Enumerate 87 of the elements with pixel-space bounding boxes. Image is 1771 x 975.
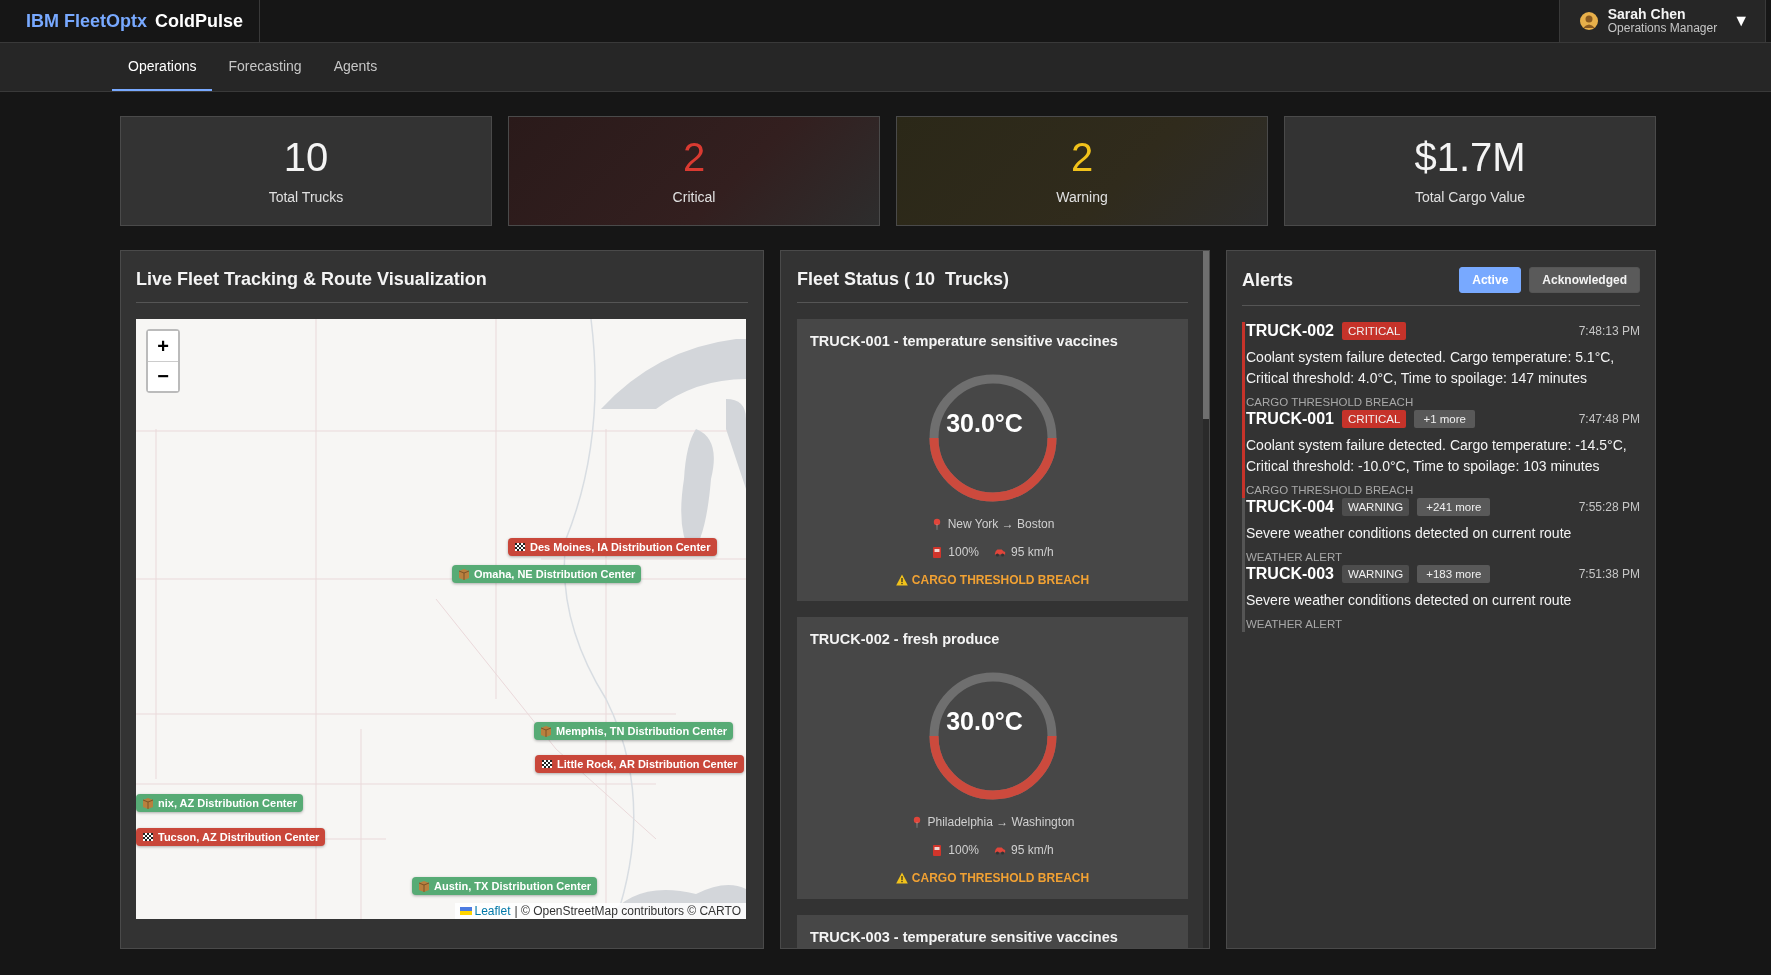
route-text: Philadelphia → Washington bbox=[927, 815, 1075, 829]
leaflet-link[interactable]: Leaflet bbox=[459, 904, 511, 918]
marker-label: Little Rock, AR Distribution Center bbox=[557, 758, 738, 770]
map-marker[interactable]: Little Rock, AR Distribution Center bbox=[535, 755, 744, 773]
kpi-label: Warning bbox=[1056, 189, 1108, 205]
user-name: Sarah Chen bbox=[1607, 6, 1687, 23]
temperature-reading: 30.0°C bbox=[945, 707, 1024, 736]
user-menu[interactable]: Sarah Chen Operations Manager ▼ bbox=[1558, 0, 1766, 42]
marker-label: Austin, TX Distribution Center bbox=[434, 880, 592, 892]
alert-time: 7:51:38 PM bbox=[1578, 566, 1640, 581]
checkered-flag-icon bbox=[142, 831, 154, 843]
severity-badge: CRITICAL bbox=[1342, 410, 1407, 428]
speed-reading: 95 km/h bbox=[1011, 843, 1054, 857]
map-marker[interactable]: Des Moines, IA Distribution Center bbox=[508, 538, 717, 556]
truck-id: TRUCK-003 bbox=[1246, 565, 1334, 583]
alert-time: 7:47:48 PM bbox=[1578, 411, 1640, 426]
alert-message: Severe weather conditions detected on current route bbox=[1246, 591, 1573, 610]
filter-button[interactable]: Acknowledged bbox=[1529, 267, 1640, 293]
truck-id: TRUCK-002 bbox=[1246, 322, 1334, 340]
alert-type: CARGO THRESHOLD BREACH bbox=[1246, 484, 1415, 498]
warning-icon bbox=[895, 872, 908, 884]
alert-type: CARGO THRESHOLD BREACH bbox=[1246, 396, 1415, 410]
kpi-value: 2 bbox=[1070, 137, 1094, 177]
marker-label: nix, AZ Distribution Center bbox=[158, 797, 297, 809]
speed-reading: 95 km/h bbox=[1011, 545, 1054, 559]
truck-id: TRUCK-001 bbox=[1246, 410, 1334, 428]
alert-status: CARGO THRESHOLD BREACH bbox=[911, 573, 1090, 587]
more-count-badge: +1 more bbox=[1414, 410, 1475, 428]
kpi-label: Total Trucks bbox=[268, 189, 344, 205]
product-name: ColdPulse bbox=[155, 10, 244, 32]
marker-label: Des Moines, IA Distribution Center bbox=[530, 541, 711, 553]
more-count-badge: +183 more bbox=[1417, 565, 1491, 583]
alert-status: CARGO THRESHOLD BREACH bbox=[911, 871, 1090, 885]
scrollbar-thumb[interactable] bbox=[1203, 251, 1209, 419]
alert-type: WEATHER ALERT bbox=[1246, 618, 1344, 632]
package-icon bbox=[540, 725, 552, 737]
car-icon bbox=[994, 844, 1006, 856]
map-attribution: | © OpenStreetMap contributors © CARTO bbox=[514, 904, 741, 918]
caret-icon: ▼ bbox=[1733, 12, 1749, 30]
checkered-flag-icon bbox=[541, 758, 553, 770]
alert-type: WEATHER ALERT bbox=[1246, 551, 1344, 565]
alert-message: Coolant system failure detected. Cargo temperature: -14.5°C, Critical threshold: -10.0°C, Time to spoilage: 103 minutes bbox=[1246, 436, 1628, 476]
severity-badge: WARNING bbox=[1342, 498, 1410, 516]
warning-icon bbox=[895, 574, 908, 586]
car-icon bbox=[994, 546, 1006, 558]
package-icon bbox=[418, 880, 430, 892]
fuel-level: 100% bbox=[948, 843, 979, 857]
route-text: New York → Boston bbox=[947, 517, 1055, 531]
truck-title: TRUCK-002 - fresh produce bbox=[810, 631, 1001, 647]
fuel-level: 100% bbox=[948, 545, 979, 559]
nav-tab[interactable]: Operations bbox=[112, 43, 213, 91]
flag-icon bbox=[459, 907, 472, 915]
fuel-pump-icon bbox=[931, 844, 944, 856]
checkered-flag-icon bbox=[514, 541, 526, 553]
avatar-icon bbox=[1579, 12, 1598, 30]
kpi-value: $1.7M bbox=[1414, 137, 1526, 177]
user-role: Operations Manager bbox=[1607, 22, 1718, 36]
truck-title: TRUCK-001 - temperature sensitive vaccines bbox=[810, 333, 1119, 349]
alert-message: Coolant system failure detected. Cargo temperature: 5.1°C, Critical threshold: 4.0°C, Time to spoilage: 147 minutes bbox=[1246, 348, 1616, 388]
panel-title: Live Fleet Tracking & Route Visualization bbox=[136, 251, 748, 303]
panel-title: Fleet Status ( 10 Trucks) bbox=[797, 251, 1188, 303]
kpi-label: Total Cargo Value bbox=[1414, 189, 1526, 205]
alert-item[interactable]: TRUCK-003 WARNING +183 more 7:51:38 PM Severe weather conditions detected on current route WEATHER ALERT bbox=[1242, 565, 1640, 632]
nav-tab[interactable]: Forecasting bbox=[212, 43, 318, 91]
map-marker[interactable]: Tucson, AZ Distribution Center bbox=[136, 828, 326, 846]
nav-tab[interactable]: Agents bbox=[317, 43, 394, 91]
package-icon bbox=[458, 568, 470, 580]
more-count-badge: +241 more bbox=[1417, 498, 1491, 516]
alert-time: 7:55:28 PM bbox=[1578, 499, 1640, 514]
temperature-reading: 30.0°C bbox=[945, 409, 1024, 438]
marker-label: Omaha, NE Distribution Center bbox=[474, 568, 636, 580]
kpi-label: Critical bbox=[672, 189, 716, 205]
fuel-pump-icon bbox=[931, 546, 944, 558]
kpi-value: 10 bbox=[283, 137, 329, 177]
severity-badge: WARNING bbox=[1342, 565, 1410, 583]
panel-title: Alerts bbox=[1242, 269, 1294, 291]
zoom-out-button[interactable]: − bbox=[148, 361, 178, 391]
truck-id: TRUCK-004 bbox=[1246, 498, 1334, 516]
alert-message: Severe weather conditions detected on current route bbox=[1246, 524, 1573, 543]
marker-label: Memphis, TN Distribution Center bbox=[556, 725, 728, 737]
alert-time: 7:48:13 PM bbox=[1578, 323, 1640, 338]
marker-label: Tucson, AZ Distribution Center bbox=[158, 831, 320, 843]
package-icon bbox=[142, 797, 154, 809]
brand-name: IBM FleetOptx bbox=[26, 10, 147, 32]
severity-badge: CRITICAL bbox=[1342, 322, 1407, 340]
truck-title: TRUCK-003 - temperature sensitive vaccines bbox=[810, 929, 1119, 945]
kpi-value: 2 bbox=[682, 137, 706, 177]
